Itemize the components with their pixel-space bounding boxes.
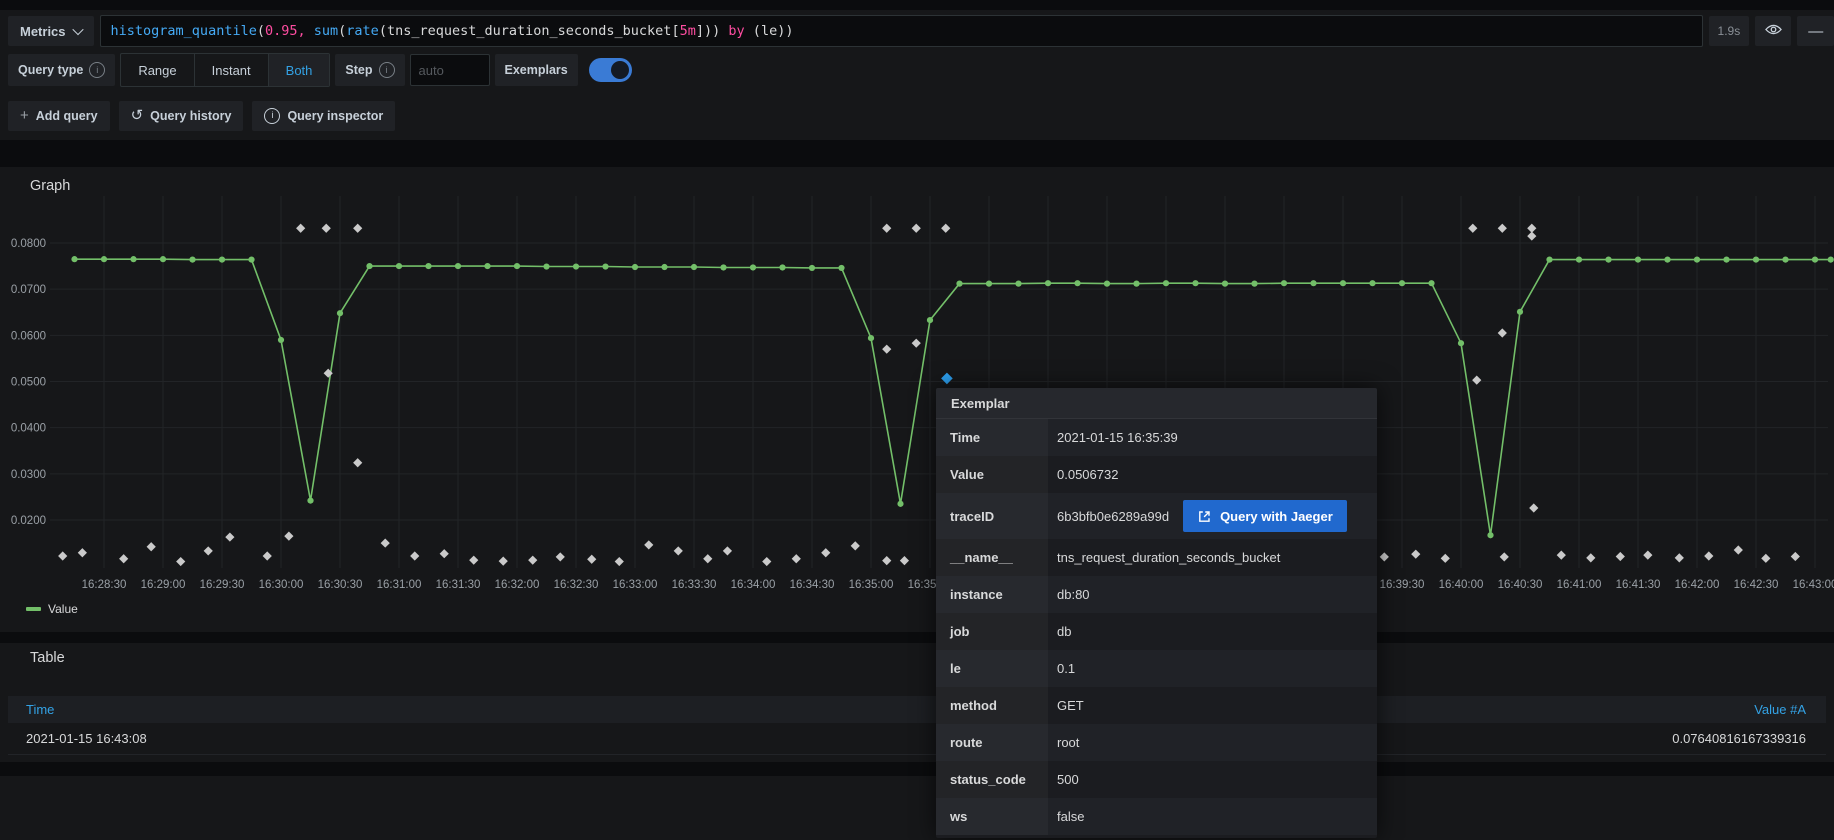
tooltip-row-value: tns_request_duration_seconds_bucket — [1048, 539, 1377, 576]
step-chip: Step — [335, 54, 404, 86]
tooltip-row-label: Value — [936, 456, 1048, 493]
tooltip-row-value: 0.1 — [1048, 650, 1377, 687]
tooltip-row-label: route — [936, 724, 1048, 761]
exemplars-label: Exemplars — [505, 63, 568, 77]
tooltip-row-traceID: traceID6b3bfb0e6289a99dQuery with Jaeger — [936, 493, 1377, 539]
query-history-button[interactable]: ↺ Query history — [119, 101, 244, 131]
legend-label: Value — [48, 602, 78, 616]
table-header-row: Time Value #A — [8, 696, 1826, 723]
bottom-panel-bg — [0, 776, 1834, 840]
query-type-instant[interactable]: Instant — [195, 54, 269, 86]
info-icon[interactable] — [89, 62, 105, 78]
table-header-time[interactable]: Time — [26, 702, 54, 717]
tooltip-row-label: ws — [936, 798, 1048, 835]
tooltip-row-label: instance — [936, 576, 1048, 613]
tooltip-row-status_code: status_code500 — [936, 761, 1377, 798]
tooltip-row-value: false — [1048, 798, 1377, 835]
legend-item-value[interactable]: Value — [26, 602, 78, 616]
info-icon — [264, 108, 280, 124]
query-type-chip: Query type — [8, 54, 115, 86]
tooltip-row-value: db:80 — [1048, 576, 1377, 613]
table-row: 2021-01-15 16:43:08 0.07640816167339316 — [8, 723, 1826, 755]
graph-panel-title: Graph — [30, 178, 70, 194]
exemplars-toggle[interactable] — [589, 58, 632, 82]
history-icon: ↺ — [131, 108, 144, 123]
tooltip-row-ws: wsfalse — [936, 798, 1377, 835]
tooltip-row-method: methodGET — [936, 687, 1377, 724]
graph-panel-bg — [0, 167, 1834, 632]
remove-query-button[interactable]: — — [1797, 16, 1834, 46]
toggle-knob — [611, 61, 629, 79]
query-type-segmented-control: Range Instant Both — [120, 53, 330, 87]
tooltip-row-value: GET — [1048, 687, 1377, 724]
add-query-label: Add query — [36, 109, 98, 123]
tooltip-row-value: 0.0506732 — [1048, 456, 1377, 493]
exemplars-chip: Exemplars — [495, 54, 578, 86]
divider — [0, 632, 1834, 643]
tooltip-row-value: 6b3bfb0e6289a99dQuery with Jaeger — [1048, 493, 1377, 539]
tooltip-row-label: job — [936, 613, 1048, 650]
tooltip-row-Time: Time2021-01-15 16:35:39 — [936, 419, 1377, 456]
tooltip-row-label: le — [936, 650, 1048, 687]
exemplar-tooltip: Exemplar Time2021-01-15 16:35:39Value0.0… — [936, 388, 1377, 838]
tooltip-row-label: traceID — [936, 493, 1048, 539]
query-type-range[interactable]: Range — [121, 54, 194, 86]
table-header-value[interactable]: Value #A — [1754, 702, 1806, 717]
series-color-icon — [26, 607, 41, 611]
chevron-down-icon — [72, 24, 83, 35]
tooltip-row-job: jobdb — [936, 613, 1377, 650]
query-type-both[interactable]: Both — [269, 54, 330, 86]
datasource-dropdown[interactable]: Metrics — [8, 16, 94, 46]
plus-icon: + — [20, 107, 29, 124]
external-link-icon — [1197, 509, 1212, 524]
tooltip-row-label: method — [936, 687, 1048, 724]
tooltip-title: Exemplar — [936, 388, 1377, 419]
divider — [0, 140, 1834, 167]
tooltip-row-value: 2021-01-15 16:35:39 — [1048, 419, 1377, 456]
tooltip-row-instance: instancedb:80 — [936, 576, 1377, 613]
eye-icon — [1765, 23, 1782, 39]
table-cell-value: 0.07640816167339316 — [1672, 731, 1806, 746]
query-type-label: Query type — [18, 63, 83, 77]
tooltip-row-le: le0.1 — [936, 650, 1377, 687]
query-inspector-label: Query inspector — [287, 109, 383, 123]
tooltip-row-route: routeroot — [936, 724, 1377, 761]
divider — [0, 762, 1834, 776]
minus-icon: — — [1808, 24, 1823, 39]
hide-response-button[interactable] — [1755, 16, 1792, 46]
query-history-label: Query history — [150, 109, 231, 123]
query-expression: histogram_quantile(0.95, sum(rate(tns_re… — [111, 23, 794, 39]
tooltip-row-label: Time — [936, 419, 1048, 456]
table-cell-time: 2021-01-15 16:43:08 — [26, 731, 147, 746]
tooltip-row-value: db — [1048, 613, 1377, 650]
step-label: Step — [345, 63, 372, 77]
grafana-explore-view: Metrics histogram_quantile(0.95, sum(rat… — [0, 0, 1834, 840]
tooltip-row-label: status_code — [936, 761, 1048, 798]
tooltip-row-label: __name__ — [936, 539, 1048, 576]
datasource-label: Metrics — [20, 24, 66, 39]
tooltip-row-Value: Value0.0506732 — [936, 456, 1377, 493]
add-query-button[interactable]: + Add query — [8, 101, 110, 131]
query-input[interactable]: histogram_quantile(0.95, sum(rate(tns_re… — [100, 15, 1703, 47]
tooltip-row-__name__: __name__tns_request_duration_seconds_buc… — [936, 539, 1377, 576]
query-with-jaeger-button[interactable]: Query with Jaeger — [1183, 500, 1347, 532]
query-duration-badge: 1.9s — [1709, 16, 1749, 46]
tooltip-row-value: 500 — [1048, 761, 1377, 798]
query-inspector-button[interactable]: Query inspector — [252, 101, 395, 131]
info-icon[interactable] — [379, 62, 395, 78]
step-input[interactable] — [410, 54, 490, 86]
tooltip-row-value: root — [1048, 724, 1377, 761]
table-panel-title: Table — [30, 650, 65, 666]
